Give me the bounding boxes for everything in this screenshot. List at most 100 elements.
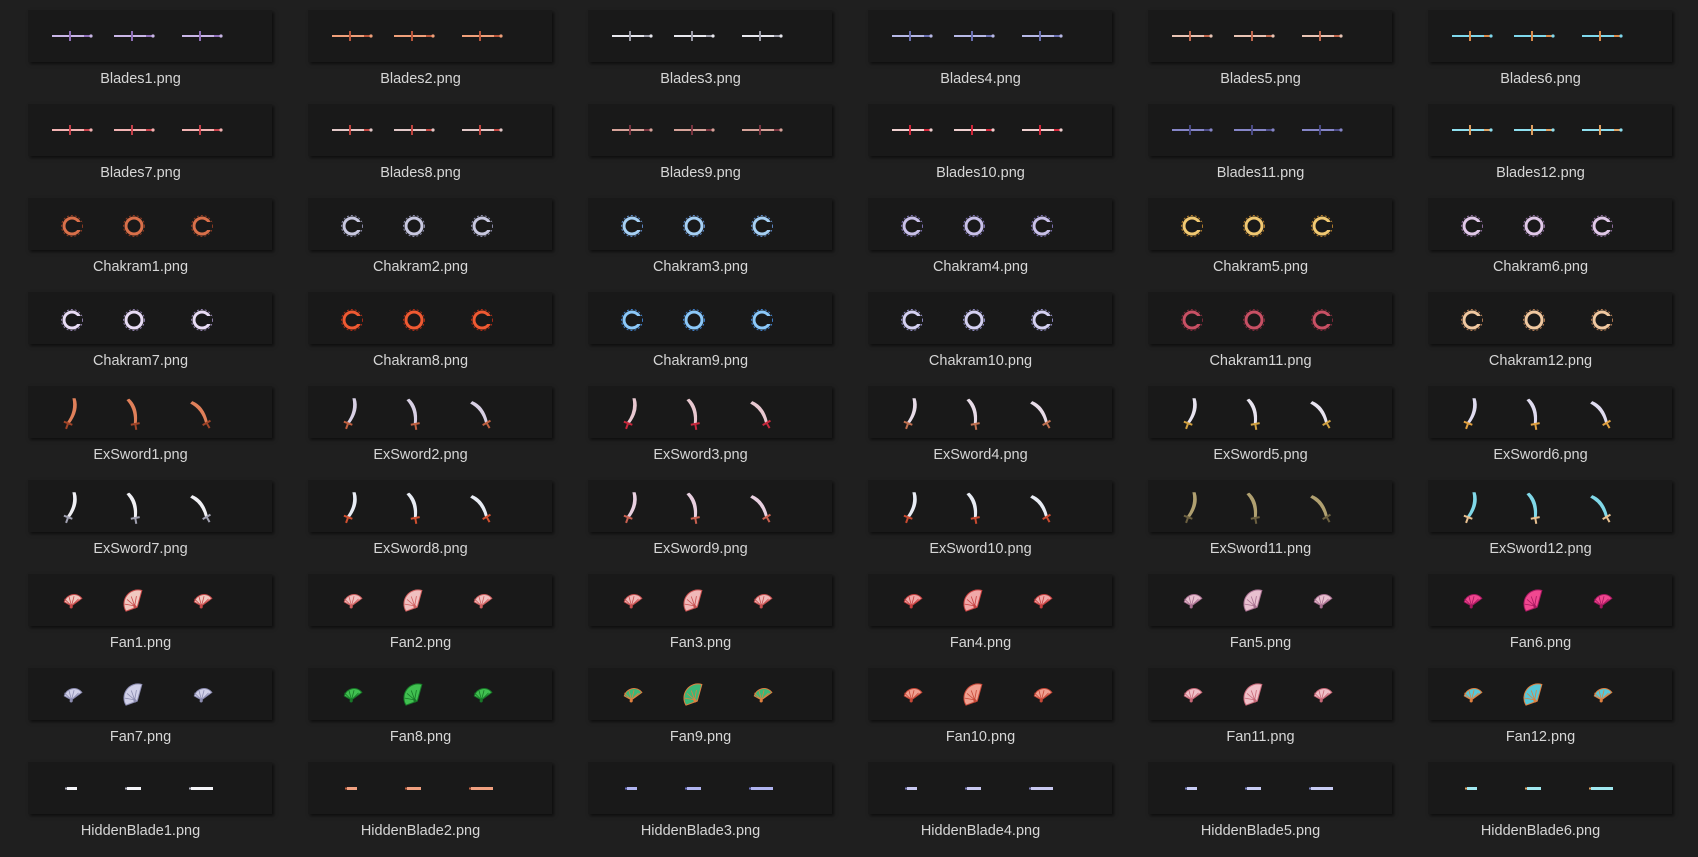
- file-item-blades3[interactable]: Blades3.png: [560, 0, 841, 94]
- fan-sprite-icon: [193, 594, 213, 609]
- file-item-exsword5[interactable]: ExSword5.png: [1120, 376, 1401, 470]
- file-item-blades6[interactable]: Blades6.png: [1400, 0, 1681, 94]
- file-name-label: ExSword7.png: [93, 541, 188, 557]
- chakram-sprite-icon: [123, 309, 145, 331]
- chakram-sprite-icon: [403, 309, 425, 331]
- file-item-hiddenblade1[interactable]: HiddenBlade1.png: [0, 752, 281, 846]
- file-item-blades8[interactable]: Blades8.png: [280, 94, 561, 188]
- hidden-sprite-icon: [905, 787, 917, 790]
- blade-sprite-icon: [1172, 125, 1213, 135]
- file-item-fan3[interactable]: Fan3.png: [560, 564, 841, 658]
- file-item-hiddenblade5[interactable]: HiddenBlade5.png: [1120, 752, 1401, 846]
- file-name-label: HiddenBlade2.png: [360, 823, 481, 839]
- sword-sprite-icon: [1246, 492, 1260, 525]
- file-item-chakram12[interactable]: Chakram12.png: [1400, 282, 1681, 376]
- chakram-sprite-icon: [1181, 215, 1203, 237]
- file-item-hiddenblade2[interactable]: HiddenBlade2.png: [280, 752, 561, 846]
- fan-sprite-icon: [1593, 688, 1613, 703]
- file-item-hiddenblade4[interactable]: HiddenBlade4.png: [840, 752, 1121, 846]
- file-item-blades10[interactable]: Blades10.png: [840, 94, 1121, 188]
- blade-sprite-icon: [1022, 125, 1063, 135]
- file-item-exsword10[interactable]: ExSword10.png: [840, 470, 1121, 564]
- file-item-fan8[interactable]: Fan8.png: [280, 658, 561, 752]
- file-name-label: Blades8.png: [380, 165, 461, 181]
- file-item-fan12[interactable]: Fan12.png: [1400, 658, 1681, 752]
- file-item-exsword8[interactable]: ExSword8.png: [280, 470, 561, 564]
- file-item-blades7[interactable]: Blades7.png: [0, 94, 281, 188]
- file-item-blades12[interactable]: Blades12.png: [1400, 94, 1681, 188]
- file-name-label: Fan10.png: [945, 729, 1016, 745]
- file-item-exsword7[interactable]: ExSword7.png: [0, 470, 281, 564]
- fan-sprite-icon: [343, 688, 363, 703]
- file-item-fan4[interactable]: Fan4.png: [840, 564, 1121, 658]
- sword-sprite-icon: [190, 401, 211, 429]
- file-item-fan6[interactable]: Fan6.png: [1400, 564, 1681, 658]
- hidden-sprite-icon: [1589, 787, 1613, 790]
- file-item-chakram8[interactable]: Chakram8.png: [280, 282, 561, 376]
- blade-sprite-icon: [52, 31, 93, 41]
- file-item-blades2[interactable]: Blades2.png: [280, 0, 561, 94]
- file-item-fan5[interactable]: Fan5.png: [1120, 564, 1401, 658]
- file-item-chakram2[interactable]: Chakram2.png: [280, 188, 561, 282]
- file-item-exsword6[interactable]: ExSword6.png: [1400, 376, 1681, 470]
- chakram-sprite-icon: [683, 309, 705, 331]
- hidden-sprite-icon: [1185, 787, 1197, 790]
- file-item-chakram11[interactable]: Chakram11.png: [1120, 282, 1401, 376]
- file-item-hiddenblade3[interactable]: HiddenBlade3.png: [560, 752, 841, 846]
- blade-sprite-icon: [462, 125, 503, 135]
- blade-sprite-icon: [742, 125, 783, 135]
- file-item-chakram4[interactable]: Chakram4.png: [840, 188, 1121, 282]
- file-item-exsword1[interactable]: ExSword1.png: [0, 376, 281, 470]
- file-item-chakram7[interactable]: Chakram7.png: [0, 282, 281, 376]
- chakram-sprite-icon: [963, 309, 985, 331]
- file-item-blades1[interactable]: Blades1.png: [0, 0, 281, 94]
- blade-sprite-icon: [52, 125, 93, 135]
- file-item-exsword11[interactable]: ExSword11.png: [1120, 470, 1401, 564]
- file-item-fan11[interactable]: Fan11.png: [1120, 658, 1401, 752]
- file-item-chakram3[interactable]: Chakram3.png: [560, 188, 841, 282]
- file-item-blades5[interactable]: Blades5.png: [1120, 0, 1401, 94]
- chakram-sprite-icon: [1461, 215, 1483, 237]
- file-item-fan1[interactable]: Fan1.png: [0, 564, 281, 658]
- file-item-exsword4[interactable]: ExSword4.png: [840, 376, 1121, 470]
- sword-sprite-icon: [190, 495, 211, 523]
- file-thumbnail: [588, 480, 832, 532]
- hidden-sprite-icon: [1309, 787, 1333, 790]
- file-item-fan2[interactable]: Fan2.png: [280, 564, 561, 658]
- file-thumbnail: [1428, 386, 1672, 438]
- file-item-chakram10[interactable]: Chakram10.png: [840, 282, 1121, 376]
- file-item-chakram6[interactable]: Chakram6.png: [1400, 188, 1681, 282]
- fan-sprite-icon: [403, 683, 423, 706]
- file-name-label: HiddenBlade1.png: [80, 823, 201, 839]
- file-item-exsword9[interactable]: ExSword9.png: [560, 470, 841, 564]
- chakram-sprite-icon: [1031, 309, 1053, 331]
- file-item-blades4[interactable]: Blades4.png: [840, 0, 1121, 94]
- file-item-hiddenblade6[interactable]: HiddenBlade6.png: [1400, 752, 1681, 846]
- file-item-chakram5[interactable]: Chakram5.png: [1120, 188, 1401, 282]
- blade-sprite-icon: [892, 31, 933, 41]
- file-item-chakram9[interactable]: Chakram9.png: [560, 282, 841, 376]
- file-item-blades9[interactable]: Blades9.png: [560, 94, 841, 188]
- file-name-label: ExSword1.png: [93, 447, 188, 463]
- file-item-fan9[interactable]: Fan9.png: [560, 658, 841, 752]
- hidden-sprite-icon: [1525, 787, 1541, 790]
- file-name-label: Chakram10.png: [928, 353, 1033, 369]
- file-name-label: Blades10.png: [936, 165, 1025, 181]
- file-item-exsword3[interactable]: ExSword3.png: [560, 376, 841, 470]
- file-item-exsword2[interactable]: ExSword2.png: [280, 376, 561, 470]
- file-item-chakram1[interactable]: Chakram1.png: [0, 188, 281, 282]
- fan-sprite-icon: [1183, 688, 1203, 703]
- blade-sprite-icon: [332, 31, 373, 41]
- sword-sprite-icon: [1030, 495, 1051, 523]
- fan-sprite-icon: [1243, 589, 1263, 612]
- file-thumbnail: [28, 10, 272, 62]
- sword-sprite-icon: [1590, 495, 1611, 523]
- file-item-fan10[interactable]: Fan10.png: [840, 658, 1121, 752]
- file-item-exsword12[interactable]: ExSword12.png: [1400, 470, 1681, 564]
- file-thumbnail: [1428, 668, 1672, 720]
- file-item-blades11[interactable]: Blades11.png: [1120, 94, 1401, 188]
- file-item-fan7[interactable]: Fan7.png: [0, 658, 281, 752]
- blade-sprite-icon: [182, 125, 223, 135]
- file-thumbnail: [28, 292, 272, 344]
- sword-sprite-icon: [343, 398, 357, 430]
